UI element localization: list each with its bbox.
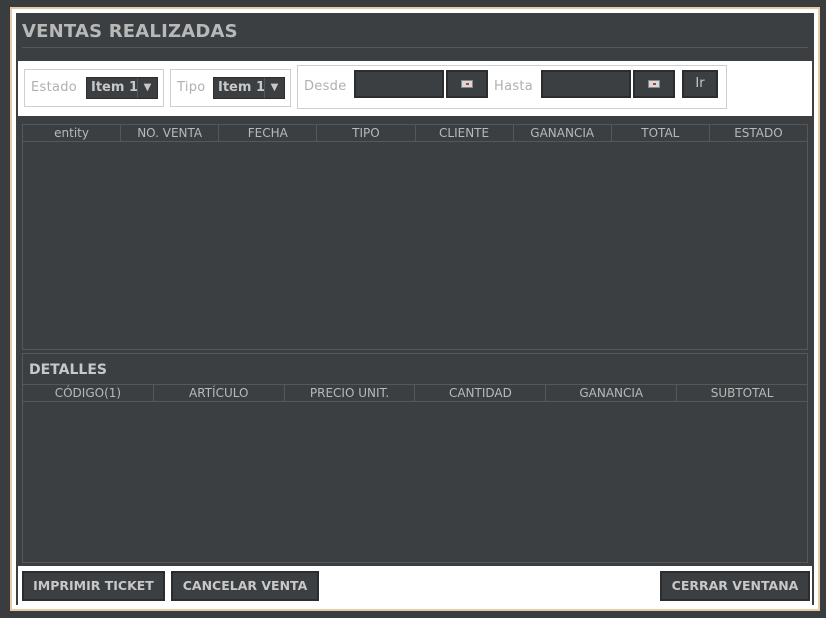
hasta-label: Hasta bbox=[494, 79, 534, 94]
details-column-header[interactable]: CÓDIGO(1) bbox=[23, 385, 154, 401]
tipo-group: Tipo Item 1 ▼ bbox=[170, 69, 291, 107]
calendar-icon bbox=[461, 80, 473, 88]
details-panel: DETALLES CÓDIGO(1) ARTÍCULO PRECIO UNIT. CA… bbox=[22, 353, 808, 563]
details-column-header[interactable]: ARTÍCULO bbox=[154, 385, 285, 401]
details-column-header[interactable]: GANANCIA bbox=[546, 385, 678, 401]
chevron-down-icon[interactable]: ▼ bbox=[137, 78, 157, 98]
filter-bar: Estado Item 1 ▼ Tipo Item 1 ▼ Desde Hast… bbox=[18, 61, 812, 116]
window-title: VENTAS REALIZADAS bbox=[22, 21, 238, 42]
details-column-header[interactable]: SUBTOTAL bbox=[677, 385, 807, 401]
hasta-calendar-button[interactable] bbox=[633, 70, 675, 98]
desde-label: Desde bbox=[304, 79, 347, 94]
close-window-button[interactable]: CERRAR VENTANA bbox=[660, 571, 810, 601]
hasta-date-input[interactable] bbox=[541, 70, 631, 98]
date-range-group: Desde Hasta Ir bbox=[297, 65, 727, 109]
cancel-sale-button[interactable]: CANCELAR VENTA bbox=[171, 571, 319, 601]
desde-date-input[interactable] bbox=[354, 70, 444, 98]
sales-column-header[interactable]: TOTAL bbox=[612, 125, 710, 141]
go-button[interactable]: Ir bbox=[682, 70, 718, 98]
chevron-down-icon[interactable]: ▼ bbox=[264, 78, 284, 98]
window-frame: VENTAS REALIZADAS Estado Item 1 ▼ Tipo I… bbox=[10, 7, 820, 611]
estado-select-value: Item 1 bbox=[91, 80, 138, 95]
calendar-icon bbox=[648, 80, 660, 88]
estado-group: Estado Item 1 ▼ bbox=[24, 69, 164, 107]
sales-column-header[interactable]: GANANCIA bbox=[514, 125, 612, 141]
sales-table[interactable]: entity NO. VENTA FECHA TIPO CLIENTE GANANCIA T… bbox=[22, 124, 808, 350]
tipo-select[interactable]: Item 1 ▼ bbox=[213, 77, 285, 99]
details-column-header[interactable]: PRECIO UNIT. bbox=[285, 385, 416, 401]
tipo-select-value: Item 1 bbox=[218, 80, 265, 95]
window-body: VENTAS REALIZADAS Estado Item 1 ▼ Tipo I… bbox=[16, 13, 814, 605]
sales-table-header: entity NO. VENTA FECHA TIPO CLIENTE GANANCIA T… bbox=[23, 125, 807, 142]
details-column-header[interactable]: CANTIDAD bbox=[415, 385, 547, 401]
details-table[interactable]: CÓDIGO(1) ARTÍCULO PRECIO UNIT. CANTIDAD GAN… bbox=[23, 384, 807, 562]
details-table-header: CÓDIGO(1) ARTÍCULO PRECIO UNIT. CANTIDAD GAN… bbox=[23, 385, 807, 402]
sales-column-header[interactable]: entity bbox=[23, 125, 122, 141]
sales-column-header[interactable]: TIPO bbox=[317, 125, 416, 141]
sales-column-header[interactable]: NO. VENTA bbox=[121, 125, 220, 141]
title-separator bbox=[22, 47, 808, 48]
sales-column-header[interactable]: FECHA bbox=[219, 125, 318, 141]
sales-column-header[interactable]: CLIENTE bbox=[416, 125, 514, 141]
desde-calendar-button[interactable] bbox=[446, 70, 488, 98]
sales-column-header[interactable]: ESTADO bbox=[710, 125, 807, 141]
print-ticket-button[interactable]: IMPRIMIR TICKET bbox=[22, 571, 165, 601]
details-title: DETALLES bbox=[29, 362, 107, 378]
tipo-label: Tipo bbox=[177, 80, 206, 95]
action-bar: IMPRIMIR TICKET CANCELAR VENTA CERRAR VE… bbox=[18, 566, 812, 605]
estado-select[interactable]: Item 1 ▼ bbox=[86, 77, 158, 99]
estado-label: Estado bbox=[31, 80, 78, 95]
